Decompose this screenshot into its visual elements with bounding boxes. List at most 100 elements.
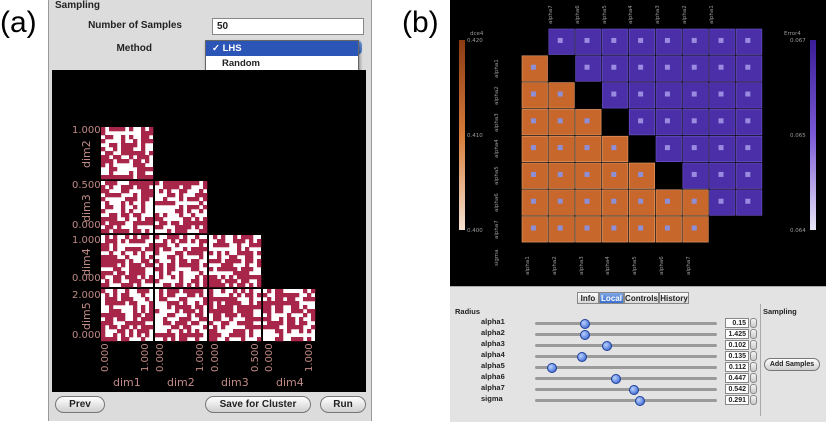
left-axis-label: alpha6 xyxy=(494,193,500,212)
cell-marker xyxy=(584,37,590,43)
slider-label-alpha3: alpha3 xyxy=(481,339,505,348)
cell-marker xyxy=(638,64,644,70)
cell-marker xyxy=(638,225,644,231)
cell-marker xyxy=(557,91,563,97)
slider-value-sigma[interactable]: 0.291 xyxy=(725,395,749,405)
cell-marker xyxy=(745,145,751,151)
cell-marker xyxy=(611,145,617,151)
stepper-alpha6[interactable] xyxy=(750,373,757,383)
cell-marker xyxy=(638,198,644,204)
cell-marker xyxy=(557,118,563,124)
tab-history[interactable]: History xyxy=(659,292,689,304)
slider-track-alpha7[interactable] xyxy=(535,388,717,391)
stepper-alpha1[interactable] xyxy=(750,318,757,328)
slider-thumb-sigma[interactable] xyxy=(634,396,645,406)
cell-marker xyxy=(611,91,617,97)
cell-marker xyxy=(557,37,563,43)
cell-marker xyxy=(557,171,563,177)
cell-marker xyxy=(611,37,617,43)
cell-marker xyxy=(530,64,536,70)
slider-value-alpha3[interactable]: 0.102 xyxy=(725,340,749,350)
stepper-alpha7[interactable] xyxy=(750,384,757,394)
tab-info[interactable]: Info xyxy=(577,292,599,304)
slider-label-alpha7: alpha7 xyxy=(481,383,505,392)
cell-marker xyxy=(745,171,751,177)
left-axis-label: sigma xyxy=(494,248,500,266)
cell-marker xyxy=(557,225,563,231)
cell-marker xyxy=(530,198,536,204)
cell-marker xyxy=(664,225,670,231)
slider-label-alpha5: alpha5 xyxy=(481,361,505,370)
slider-track-alpha5[interactable] xyxy=(535,366,717,369)
cell-marker xyxy=(691,91,697,97)
slider-label-alpha2: alpha2 xyxy=(481,328,505,337)
cell-marker xyxy=(718,171,724,177)
stepper-alpha3[interactable] xyxy=(750,340,757,350)
slider-thumb-alpha4[interactable] xyxy=(576,352,587,362)
bottom-axis-label: alpha1 xyxy=(525,256,531,275)
top-axis-label: alpha2 xyxy=(682,5,688,24)
cell-marker xyxy=(530,145,536,151)
cell-marker xyxy=(718,91,724,97)
slider-value-alpha4[interactable]: 0.135 xyxy=(725,351,749,361)
cell-marker xyxy=(691,171,697,177)
slider-value-alpha5[interactable]: 0.112 xyxy=(725,362,749,372)
top-axis-label: alpha7 xyxy=(548,5,554,24)
slider-label-alpha1: alpha1 xyxy=(481,317,505,326)
cell-marker xyxy=(557,198,563,204)
cell-marker xyxy=(664,145,670,151)
slider-thumb-alpha3[interactable] xyxy=(601,341,612,351)
stepper-alpha2[interactable] xyxy=(750,329,757,339)
panel-divider xyxy=(760,304,761,416)
cell-marker xyxy=(691,198,697,204)
slider-value-alpha6[interactable]: 0.447 xyxy=(725,373,749,383)
cell-marker xyxy=(691,64,697,70)
cell-marker xyxy=(584,118,590,124)
stepper-alpha4[interactable] xyxy=(750,351,757,361)
cell-marker xyxy=(611,225,617,231)
tab-local[interactable]: Local xyxy=(599,292,624,304)
top-axis-label: alpha5 xyxy=(601,5,608,24)
left-axis-label: alpha5 xyxy=(494,166,500,186)
top-axis-label: alpha4 xyxy=(628,5,635,24)
slider-label-alpha6: alpha6 xyxy=(481,372,505,381)
cell-marker xyxy=(530,171,536,177)
stepper-alpha5[interactable] xyxy=(750,362,757,372)
cell-marker xyxy=(638,91,644,97)
cell-marker xyxy=(745,91,751,97)
cell-marker xyxy=(745,198,751,204)
slider-value-alpha7[interactable]: 0.542 xyxy=(725,384,749,394)
cell-marker xyxy=(664,37,670,43)
cell-marker xyxy=(584,198,590,204)
slider-track-alpha2[interactable] xyxy=(535,333,717,336)
slider-value-alpha2[interactable]: 1.425 xyxy=(725,329,749,339)
cell-marker xyxy=(638,118,644,124)
cell-marker xyxy=(638,171,644,177)
cell-marker xyxy=(718,198,724,204)
stepper-sigma[interactable] xyxy=(750,395,757,405)
slider-track-alpha4[interactable] xyxy=(535,355,717,358)
slider-track-alpha1[interactable] xyxy=(535,322,717,325)
slider-value-alpha1[interactable]: 0.15 xyxy=(725,318,749,328)
cell-marker xyxy=(718,64,724,70)
top-axis-label: alpha3 xyxy=(655,5,662,24)
slider-track-sigma[interactable] xyxy=(535,399,717,402)
cell-marker xyxy=(584,171,590,177)
cell-marker xyxy=(691,145,697,151)
slider-track-alpha6[interactable] xyxy=(535,377,717,380)
slider-track-alpha3[interactable] xyxy=(535,344,717,347)
left-axis-label: alpha2 xyxy=(494,86,500,105)
add-samples-button[interactable]: Add Samples xyxy=(764,358,820,371)
cell-marker xyxy=(611,198,617,204)
cell-marker xyxy=(557,145,563,151)
bottom-axis-label: alpha7 xyxy=(685,256,692,275)
top-axis-label: alpha6 xyxy=(574,5,581,24)
tab-controls[interactable]: Controls xyxy=(624,292,659,304)
cell-marker xyxy=(718,145,724,151)
cell-marker xyxy=(691,225,697,231)
slider-label-alpha4: alpha4 xyxy=(481,350,505,359)
slider-label-sigma: sigma xyxy=(481,394,503,403)
left-axis-label: alpha1 xyxy=(494,59,500,78)
sampling-title: Sampling xyxy=(763,307,797,316)
radius-title: Radius xyxy=(455,307,481,316)
